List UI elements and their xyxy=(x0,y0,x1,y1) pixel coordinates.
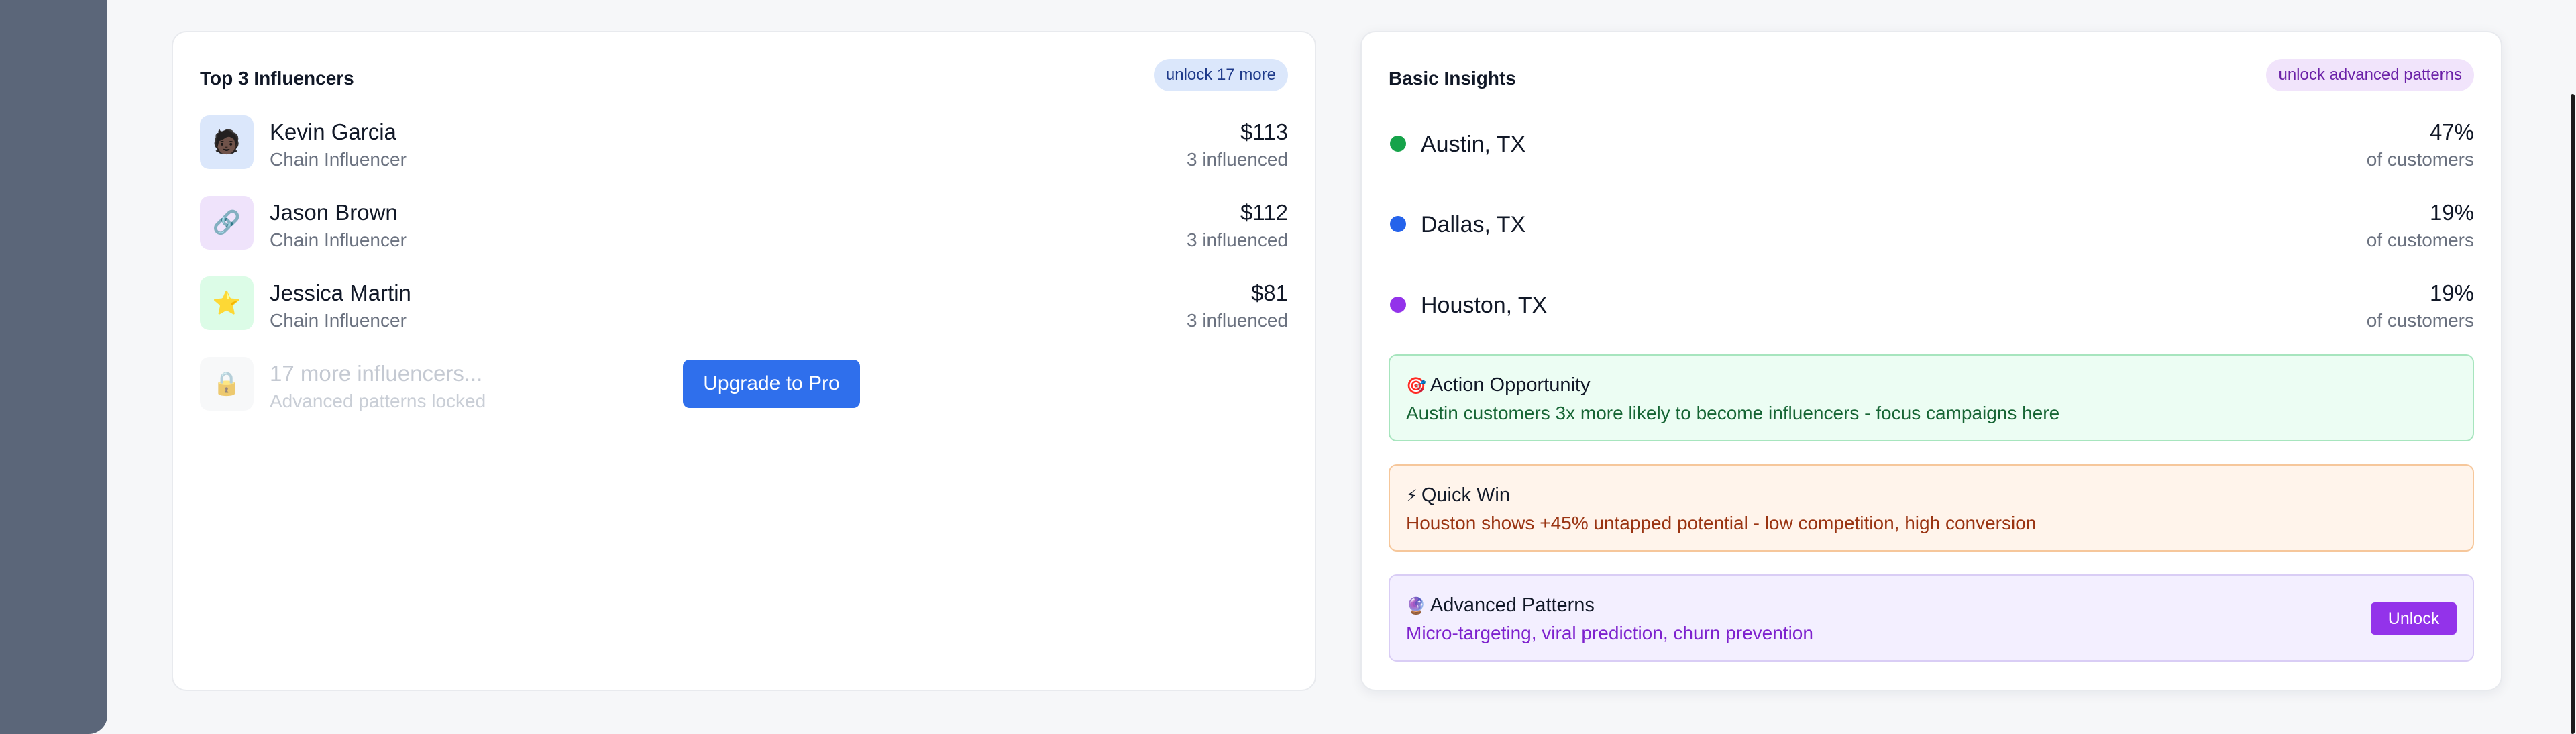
crystal-ball-icon: 🔮 xyxy=(1406,597,1426,615)
blue-dot-icon xyxy=(1390,216,1406,232)
location-sub: of customers xyxy=(2366,310,2474,331)
influencer-role: Chain Influencer xyxy=(270,310,407,331)
panel-title: 🎯 Action Opportunity xyxy=(1406,374,1590,397)
panel-title-text: Advanced Patterns xyxy=(1430,594,1595,616)
card-title: Basic Insights xyxy=(1389,68,1516,89)
location-name: Dallas, TX xyxy=(1421,212,1526,238)
influencer-row[interactable]: ⭐ Jessica Martin Chain Influencer $81 3 … xyxy=(200,276,1288,333)
panel-description: Houston shows +45% untapped potential - … xyxy=(1406,513,2037,533)
target-icon: 🎯 xyxy=(1406,377,1426,395)
unlock-more-badge[interactable]: unlock 17 more xyxy=(1153,59,1288,91)
panel-title-text: Action Opportunity xyxy=(1430,374,1591,396)
location-row: Houston, TX 19% of customers xyxy=(1389,276,2474,333)
panel-title: 🔮 Advanced Patterns xyxy=(1406,594,1595,617)
influencer-role: Chain Influencer xyxy=(270,149,407,170)
basic-insights-card: Basic Insights unlock advanced patterns … xyxy=(1360,31,2502,691)
star-icon: ⭐ xyxy=(200,276,254,330)
location-name: Houston, TX xyxy=(1421,293,1548,318)
location-percent: 19% xyxy=(2429,280,2474,305)
location-percent: 47% xyxy=(2429,119,2474,144)
influencer-name: Jessica Martin xyxy=(270,280,411,305)
upgrade-to-pro-button[interactable]: Upgrade to Pro xyxy=(683,360,860,408)
influencer-row[interactable]: 🧑🏿 Kevin Garcia Chain Influencer $113 3 … xyxy=(200,115,1288,172)
locked-influencers-row: 🔒 17 more influencers... Advanced patter… xyxy=(200,357,1288,413)
advanced-patterns-panel: 🔮 Advanced Patterns Micro-targeting, vira… xyxy=(1389,574,2474,662)
action-opportunity-panel: 🎯 Action Opportunity Austin customers 3x … xyxy=(1389,354,2474,441)
location-row: Dallas, TX 19% of customers xyxy=(1389,196,2474,252)
influenced-count: 3 influenced xyxy=(1186,310,1288,331)
green-dot-icon xyxy=(1390,136,1406,152)
influencer-value: $112 xyxy=(1240,200,1288,225)
location-sub: of customers xyxy=(2366,149,2474,170)
top-influencers-card: Top 3 Influencers unlock 17 more 🧑🏿 Kevi… xyxy=(172,31,1316,691)
card-title: Top 3 Influencers xyxy=(200,68,354,89)
influencer-name: Kevin Garcia xyxy=(270,119,396,144)
location-sub: of customers xyxy=(2366,229,2474,250)
influencer-role: Chain Influencer xyxy=(270,229,407,250)
location-row: Austin, TX 47% of customers xyxy=(1389,115,2474,172)
panel-title: ⚡ Quick Win xyxy=(1406,484,1510,507)
lock-icon: 🔒 xyxy=(200,357,254,411)
influenced-count: 3 influenced xyxy=(1186,229,1288,250)
sidebar xyxy=(0,0,107,734)
locked-subtitle: Advanced patterns locked xyxy=(270,390,486,411)
lightning-icon: ⚡ xyxy=(1406,487,1417,505)
location-percent: 19% xyxy=(2429,200,2474,225)
influencer-name: Jason Brown xyxy=(270,200,398,225)
quick-win-panel: ⚡ Quick Win Houston shows +45% untapped p… xyxy=(1389,464,2474,552)
locked-title: 17 more influencers... xyxy=(270,361,483,386)
purple-dot-icon xyxy=(1390,297,1406,313)
person-portrait-icon: 🧑🏿 xyxy=(200,115,254,169)
location-name: Austin, TX xyxy=(1421,132,1526,157)
unlock-button[interactable]: Unlock xyxy=(2371,602,2457,635)
scrollbar[interactable] xyxy=(2571,94,2575,734)
influencer-row[interactable]: 🔗 Jason Brown Chain Influencer $112 3 in… xyxy=(200,196,1288,252)
panel-description: Micro-targeting, viral prediction, churn… xyxy=(1406,623,1813,643)
influencer-value: $113 xyxy=(1240,119,1288,144)
influencer-value: $81 xyxy=(1250,280,1288,305)
unlock-advanced-badge[interactable]: unlock advanced patterns xyxy=(2266,59,2474,91)
link-icon: 🔗 xyxy=(200,196,254,250)
panel-description: Austin customers 3x more likely to becom… xyxy=(1406,403,2060,423)
panel-title-text: Quick Win xyxy=(1421,484,1510,506)
influenced-count: 3 influenced xyxy=(1186,149,1288,170)
